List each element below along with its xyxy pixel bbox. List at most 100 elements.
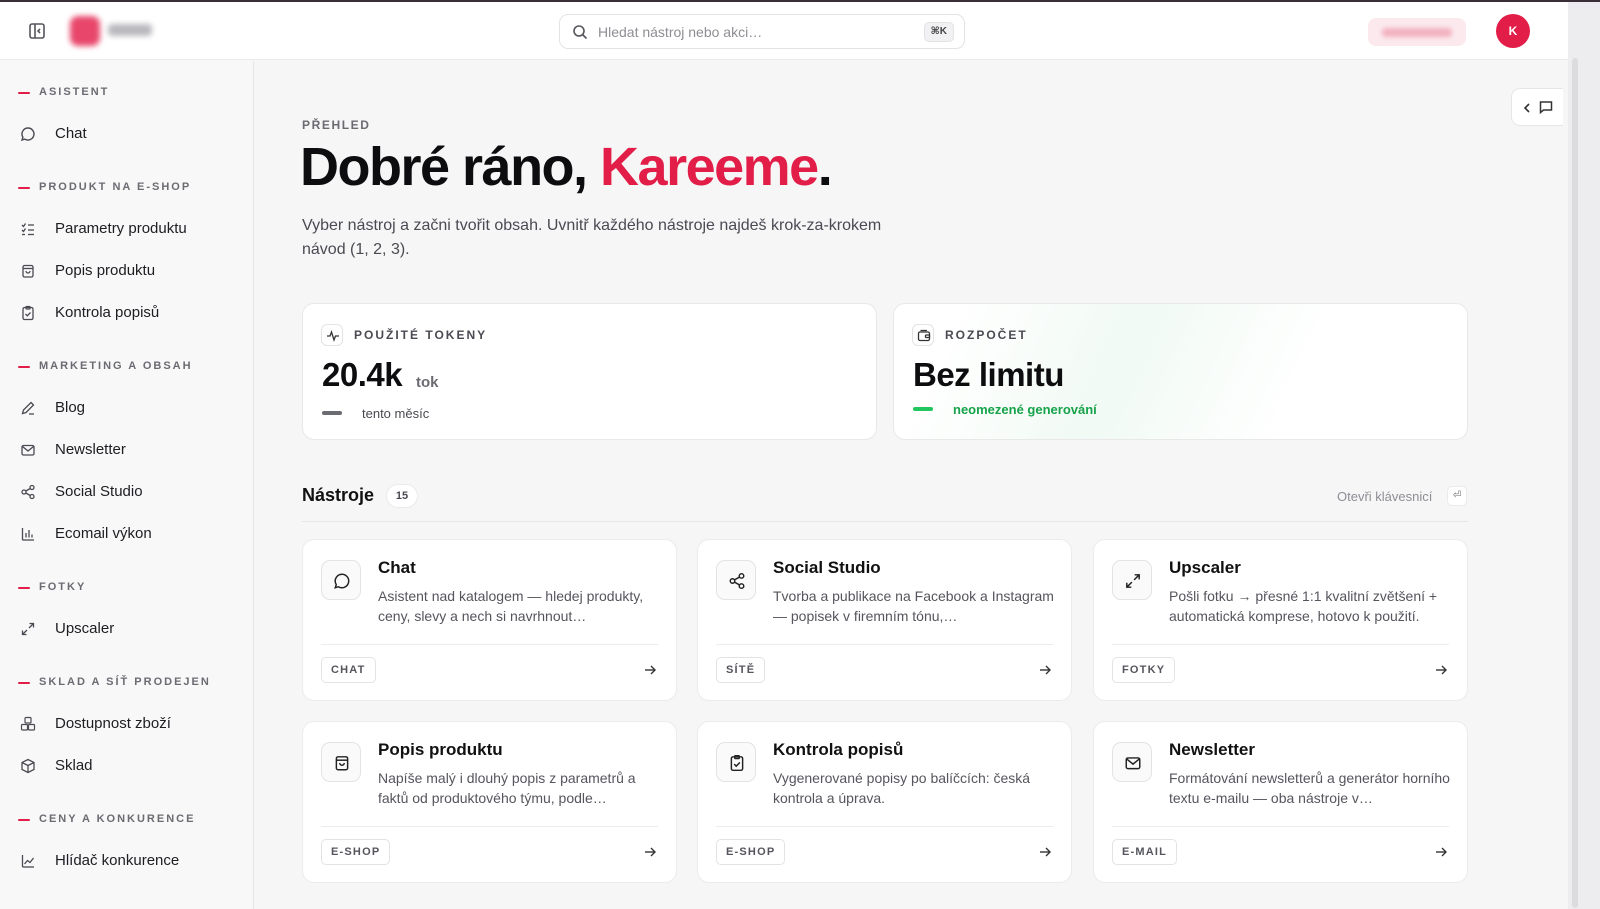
sidebar-item-label: Dostupnost zboží (55, 715, 171, 732)
top-bar: ⌘K K (0, 2, 1568, 60)
section-dash (18, 366, 30, 368)
greeting-name: Kareeme (600, 137, 819, 197)
arrow-right-icon (645, 665, 656, 675)
sidebar-item-kontrola-popisu[interactable]: Kontrola popisů (12, 296, 242, 330)
section-dash (18, 682, 30, 684)
shopping-bag-icon (335, 756, 349, 771)
mail-icon (1125, 757, 1141, 770)
section-dash (18, 587, 30, 589)
sidebar: ASISTENT Chat PRODUKT NA E-SHOP Parametr… (0, 61, 254, 909)
greeting-heading: Dobré ráno, Kareeme. (300, 136, 833, 198)
tool-description: Asistent nad katalogem — hledej produkty… (378, 588, 644, 624)
tool-card-newsletter[interactable]: Newsletter Formátování newsletterů a gen… (1093, 721, 1468, 883)
enter-key-badge: ⏎ (1447, 486, 1467, 506)
search-input[interactable] (598, 21, 918, 43)
tool-card-chat[interactable]: Chat Asistent nad katalogem — hledej pro… (302, 539, 677, 701)
section-dash (18, 187, 30, 189)
tool-card-social-studio[interactable]: Social Studio Tvorba a publikace na Face… (697, 539, 1072, 701)
sidebar-item-chat[interactable]: Chat (12, 117, 242, 151)
share-icon (21, 484, 35, 500)
tool-card-popis-produktu[interactable]: Popis produktu Napíše malý i dlouhý popi… (302, 721, 677, 883)
sidebar-item-label: Blog (55, 399, 86, 416)
tool-card-kontrola-popisu[interactable]: Kontrola popisů Vygenerované popisy po b… (697, 721, 1072, 883)
sidebar-item-upscaler[interactable]: Upscaler (12, 612, 242, 646)
tool-title: Popis produktu (378, 740, 503, 759)
tool-icon-box (321, 560, 361, 600)
share-icon (729, 572, 745, 590)
chat-bubble-icon (20, 127, 35, 142)
blurred-action-button[interactable] (1368, 18, 1466, 46)
tools-count-badge: 15 (386, 484, 418, 508)
tool-title: Chat (378, 558, 416, 577)
tool-tag: E-SHOP (321, 839, 391, 865)
assistant-panel-toggle[interactable] (1511, 88, 1563, 126)
intro-text: Vyber nástroj a začni tvořit obsah. Uvni… (302, 217, 882, 258)
stat-label: POUŽITÉ TOKENY (354, 328, 488, 342)
tool-title: Kontrola popisů (773, 740, 904, 759)
greeting-period: . (817, 137, 833, 197)
stat-subtitle: tento měsíc (362, 406, 430, 421)
brand-logo[interactable] (70, 14, 160, 48)
arrow-right-icon (1040, 665, 1051, 675)
sidebar-item-sklad[interactable]: Sklad (12, 749, 242, 783)
sidebar-item-dostupnost-zbozi[interactable]: Dostupnost zboží (12, 707, 242, 741)
tools-heading: Nástroje (302, 485, 375, 505)
page-scrollbar-thumb[interactable] (1572, 58, 1578, 908)
card-divider (321, 826, 658, 827)
package-icon (21, 758, 35, 774)
sidebar-toggle-button[interactable] (26, 20, 48, 42)
stat-label: ROZPOČET (945, 328, 1028, 342)
tool-description: Pošli fotku → přesné 1:1 kvalitní zvětše… (1169, 588, 1438, 624)
sidebar-item-label: Parametry produktu (55, 220, 187, 237)
arrow-right-icon (1040, 847, 1051, 857)
sidebar-section-label: MARKETING A OBSAH (39, 360, 193, 372)
stat-indicator (322, 411, 342, 415)
tool-tag: E-SHOP (716, 839, 786, 865)
sidebar-item-parametry-produktu[interactable]: Parametry produktu (12, 212, 242, 246)
sidebar-item-popis-produktu[interactable]: Popis produktu (12, 254, 242, 288)
sidebar-item-label: Upscaler (55, 620, 115, 637)
tool-card-upscaler[interactable]: Upscaler Pošli fotku → přesné 1:1 kvalit… (1093, 539, 1468, 701)
sidebar-item-label: Popis produktu (55, 262, 156, 279)
sidebar-section-label: FOTKY (39, 581, 87, 593)
card-divider (1112, 826, 1449, 827)
search-icon (573, 25, 588, 40)
sidebar-item-label: Newsletter (55, 441, 126, 458)
sidebar-item-ecomail-vykon[interactable]: Ecomail výkon (12, 517, 242, 551)
line-chart-icon (21, 855, 35, 868)
sidebar-section-label: PRODUKT NA E-SHOP (39, 181, 192, 193)
sidebar-item-blog[interactable]: Blog (12, 391, 242, 425)
tool-description: Vygenerované popisy po balíčcích: česká … (773, 770, 1031, 806)
keyboard-hint: Otevři klávesnicí (1337, 489, 1433, 504)
tool-description: Formátování newsletterů a generátor horn… (1169, 770, 1450, 806)
page-eyebrow: PŘEHLED (302, 118, 371, 132)
search-bar[interactable]: ⌘K (559, 14, 965, 49)
sidebar-item-hlidac-konkurence[interactable]: Hlídač konkurence (12, 844, 242, 878)
search-shortcut-badge: ⌘K (923, 22, 954, 42)
sidebar-item-newsletter[interactable]: Newsletter (12, 433, 242, 467)
tool-description: Napíše malý i dlouhý popis z parametrů a… (378, 770, 636, 806)
pen-icon (21, 401, 35, 415)
section-dash (18, 819, 30, 821)
greeting-text: Dobré ráno, (300, 137, 601, 197)
tool-icon-box (716, 742, 756, 782)
tool-title: Upscaler (1169, 558, 1241, 577)
stat-card-tokens: POUŽITÉ TOKENY 20.4k tok tento měsíc (302, 303, 877, 440)
chat-bubble-icon (334, 573, 350, 589)
sidebar-section-label: SKLAD A SÍŤ PRODEJEN (39, 676, 211, 688)
stat-icon-box (321, 324, 343, 346)
arrow-right-icon (645, 847, 656, 857)
checklist-icon (21, 223, 34, 236)
user-avatar[interactable]: K (1496, 14, 1530, 48)
stat-card-budget: ROZPOČET Bez limitu neomezené generování (893, 303, 1468, 440)
shopping-bag-icon (22, 264, 34, 278)
sidebar-collapse-icon (29, 23, 45, 39)
blurred-action-label (1382, 28, 1452, 37)
boxes-icon (20, 716, 36, 731)
clipboard-check-icon (730, 754, 744, 772)
tool-icon-box (1112, 742, 1152, 782)
bar-chart-icon (21, 528, 34, 541)
tool-title: Social Studio (773, 558, 881, 577)
sidebar-item-social-studio[interactable]: Social Studio (12, 475, 242, 509)
card-divider (1112, 644, 1449, 645)
